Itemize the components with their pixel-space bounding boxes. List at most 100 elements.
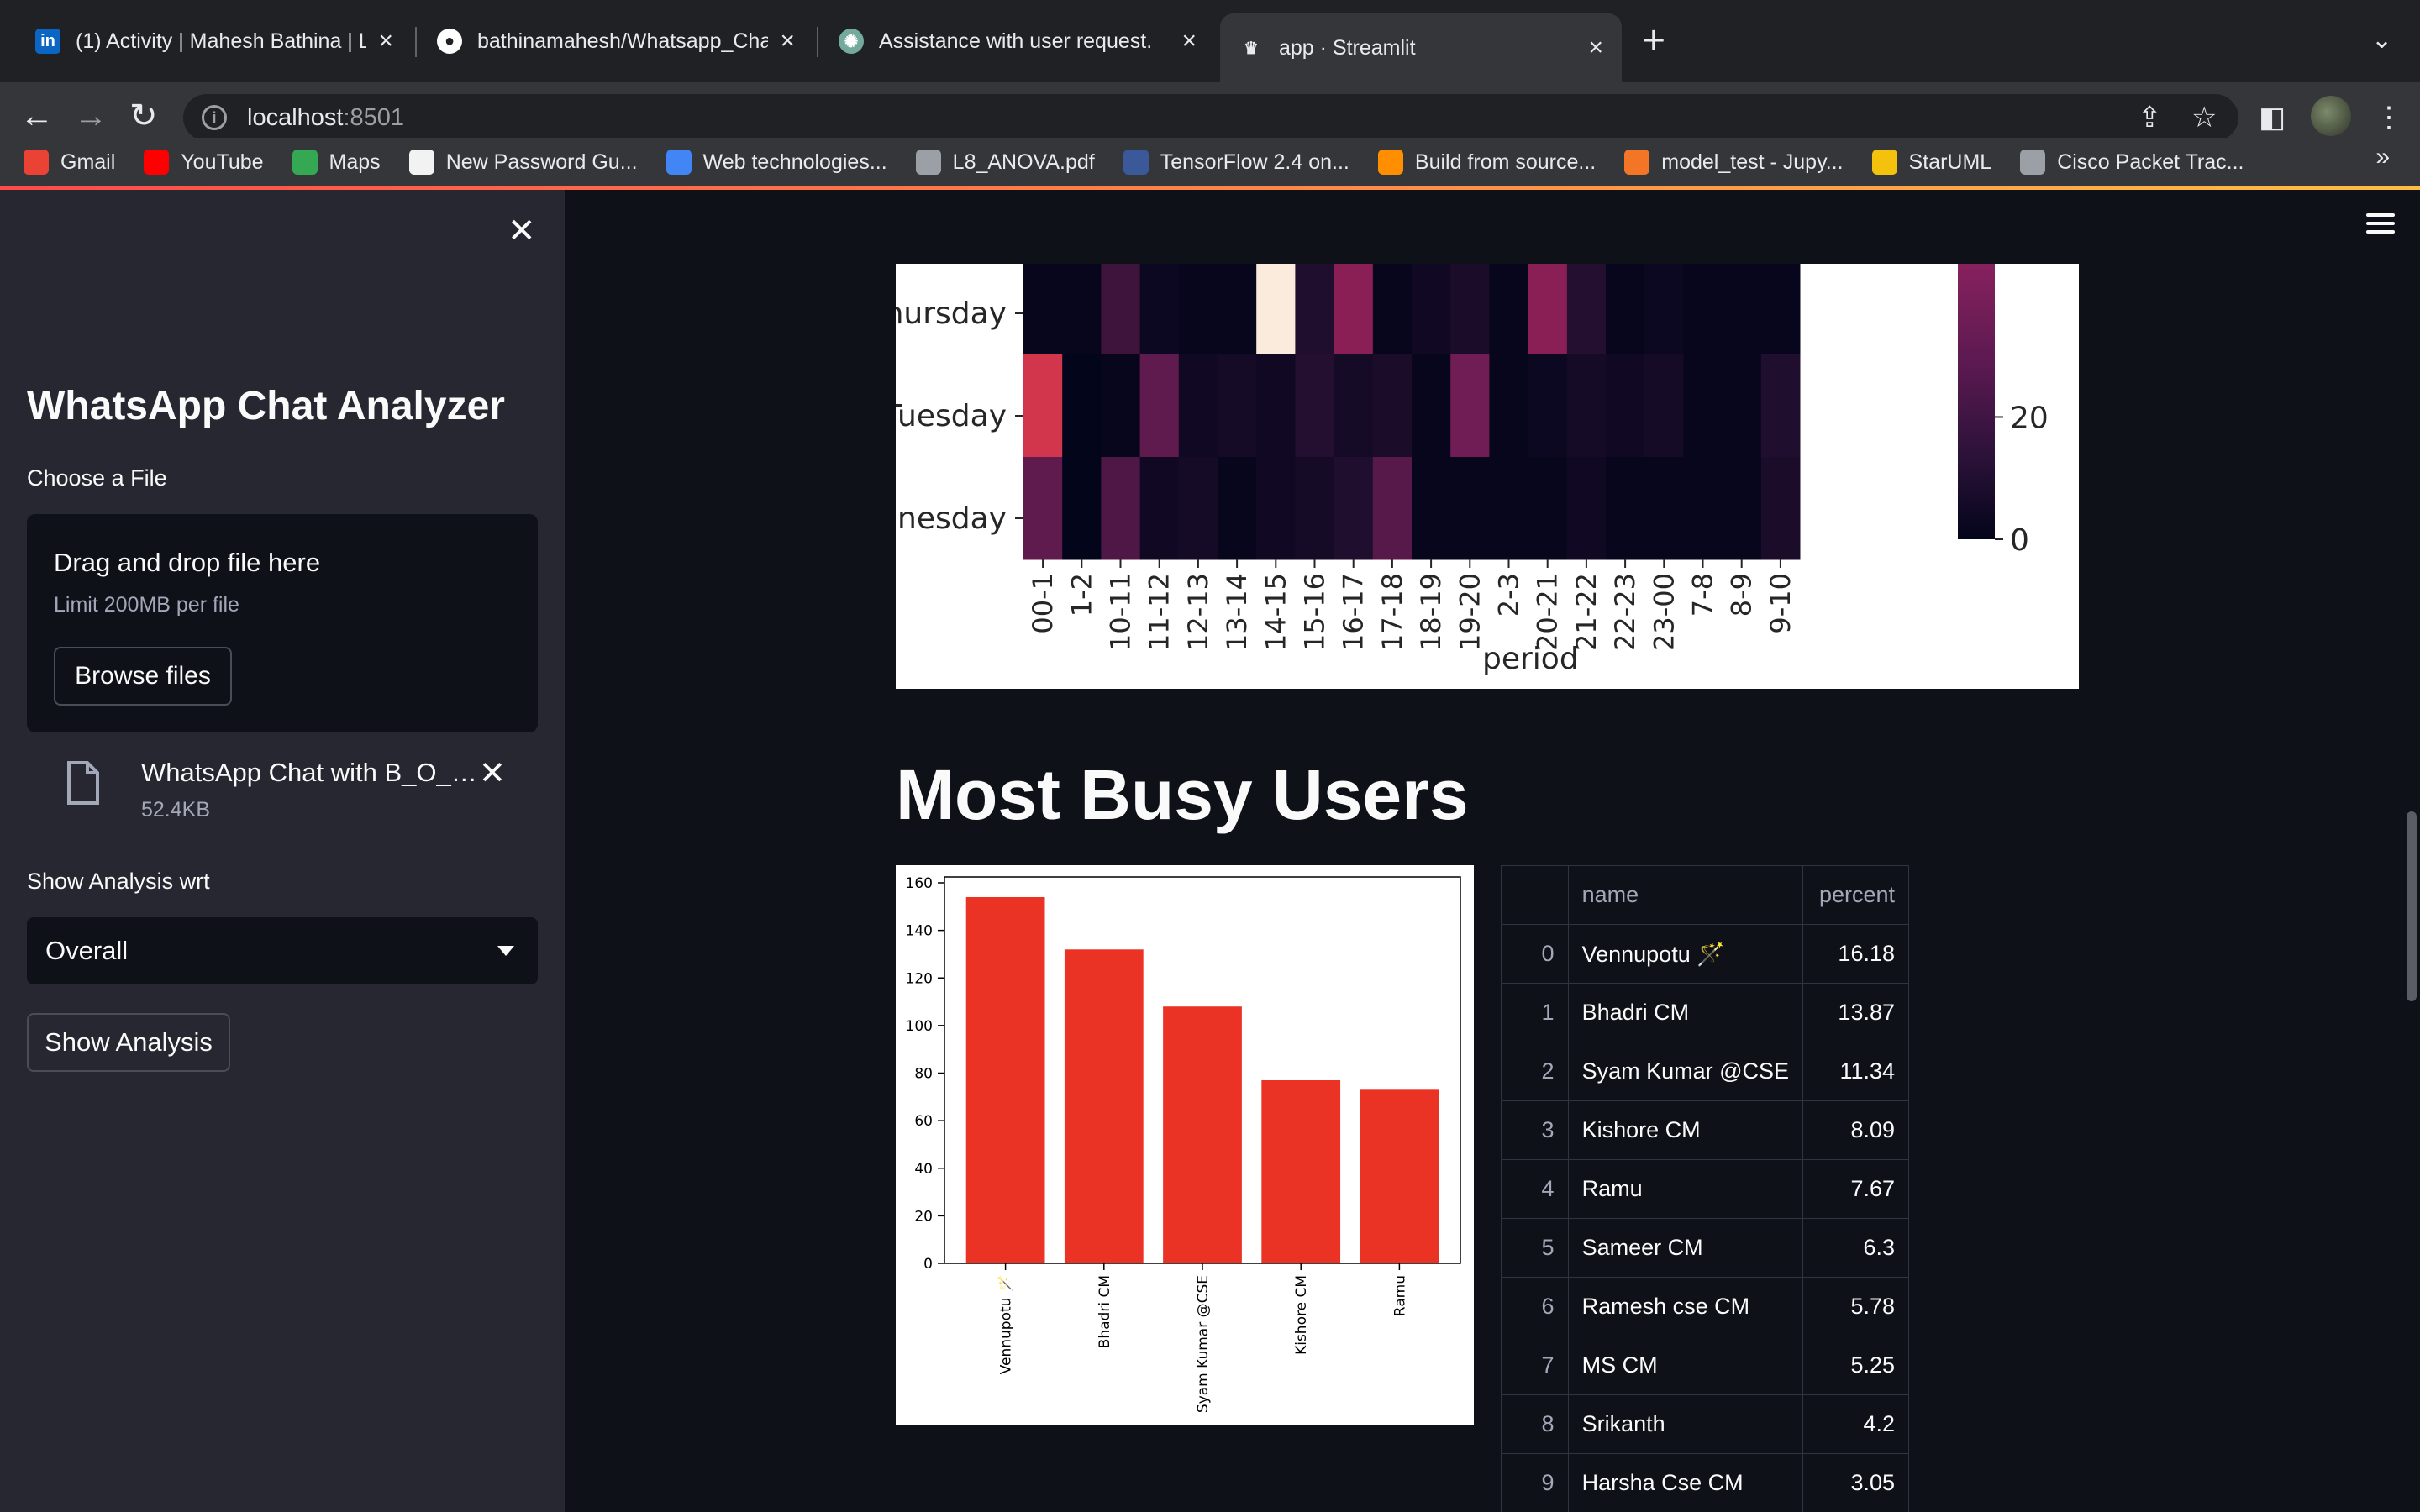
heatmap-cell <box>1062 354 1102 458</box>
address-bar[interactable]: i localhost:8501 <box>183 94 2238 141</box>
bookmark-item[interactable]: Web technologies... <box>666 150 887 175</box>
bookmark-item[interactable]: YouTube <box>144 150 264 175</box>
heatmap-cell <box>1023 354 1063 458</box>
chevron-down-icon <box>497 946 514 956</box>
heatmap-cell <box>1218 354 1257 458</box>
bar <box>1261 1079 1341 1263</box>
heatmap-period-label: 21-22 <box>1570 573 1602 651</box>
tab-linkedin[interactable]: in (1) Activity | Mahesh Bathina | L × <box>17 13 412 69</box>
delete-file-icon[interactable]: ✕ <box>479 754 506 792</box>
column-header-name[interactable]: name <box>1567 865 1804 925</box>
reload-icon[interactable]: ↻ <box>129 97 158 134</box>
more-vert-icon[interactable]: ⋮ <box>2375 101 2403 134</box>
forward-icon[interactable]: → <box>74 97 108 134</box>
bookmark-item[interactable]: TensorFlow 2.4 on... <box>1123 150 1349 175</box>
heatmap-cell <box>1256 354 1296 458</box>
bookmark-label: Gmail <box>60 150 116 174</box>
heatmap-cell <box>1101 457 1141 560</box>
url-port: :8501 <box>343 103 405 131</box>
new-tab-icon[interactable]: + <box>1642 20 1665 62</box>
file-uploader-label: Choose a File <box>27 465 167 491</box>
bookmark-item[interactable]: Build from source... <box>1377 150 1596 175</box>
bookmark-item[interactable]: Cisco Packet Trac... <box>2020 150 2244 175</box>
heatmap-cell <box>1722 354 1762 458</box>
x-tick-label: Ramu <box>1392 1275 1408 1316</box>
table-header-row: name percent <box>1501 865 1909 925</box>
busy-users-chart: 0 20 40 60 80 100 120 140 160 Vennupotu 🪄 Bhadri C… <box>896 865 1474 1425</box>
analysis-select[interactable]: Overall <box>27 917 538 984</box>
row-index: 5 <box>1501 1218 1569 1278</box>
bookmark-item[interactable]: New Password Gu... <box>408 150 638 175</box>
heatmap-cell <box>1062 457 1102 560</box>
close-icon[interactable]: × <box>1181 27 1197 55</box>
heatmap-period-label: 19-20 <box>1454 573 1486 651</box>
bookmark-item[interactable]: model_test - Jupy... <box>1624 150 1844 175</box>
github-icon: ● <box>437 29 462 54</box>
chevron-right-double-icon[interactable]: » <box>2375 143 2390 171</box>
close-icon[interactable]: ✕ <box>508 212 536 250</box>
file-size: 52.4KB <box>141 798 211 822</box>
sidepanel-icon[interactable]: ◧ <box>2259 101 2286 134</box>
heatmap-cell <box>1489 457 1529 560</box>
close-icon[interactable]: × <box>780 27 795 55</box>
close-icon[interactable]: × <box>1588 34 1603 62</box>
bookmark-item[interactable]: Gmail <box>24 150 115 175</box>
gmail-icon <box>24 150 49 175</box>
back-icon[interactable]: ← <box>20 97 54 134</box>
browse-files-button[interactable]: Browse files <box>54 647 232 706</box>
heatmap-cell <box>1412 354 1451 458</box>
y-tick-label: 140 <box>906 923 933 940</box>
bookmark-label: YouTube <box>181 150 264 174</box>
heatmap-cell <box>1644 457 1684 560</box>
heatmap-period-label: 11-12 <box>1144 573 1176 651</box>
url-host: localhost <box>247 103 344 131</box>
cell-name: Ramu <box>1567 1159 1804 1219</box>
star-icon[interactable]: ☆ <box>2191 101 2217 134</box>
heatmap-cell <box>1295 354 1335 458</box>
heatmap-cell <box>1062 264 1102 355</box>
heatmap-cell <box>1683 354 1723 458</box>
bookmark-item[interactable]: Maps <box>292 150 381 175</box>
heatmap-cell <box>1178 457 1218 560</box>
dropzone-text: Drag and drop file here <box>54 548 321 577</box>
scrollbar[interactable] <box>2407 811 2417 1001</box>
heatmap-cell <box>1528 457 1568 560</box>
heatmap-cell <box>1218 457 1257 560</box>
heatmap-cell <box>1606 264 1645 355</box>
table-row: 0 Vennupotu 🪄 16.18 <box>1501 924 1909 984</box>
heatmap-period-label: 22-23 <box>1609 573 1641 651</box>
bar <box>1360 1089 1439 1263</box>
heatmap-cell <box>1334 264 1374 355</box>
table-row: 3 Kishore CM 8.09 <box>1501 1100 1909 1160</box>
heatmap-period-label: 10-11 <box>1105 573 1137 651</box>
heatmap-period-label: 7-8 <box>1687 573 1719 617</box>
cell-name: MS CM <box>1567 1336 1804 1395</box>
heatmap-cell <box>1606 354 1645 458</box>
row-index: 9 <box>1501 1453 1569 1512</box>
close-icon[interactable]: × <box>378 27 393 55</box>
file-dropzone[interactable]: Drag and drop file here Limit 200MB per … <box>27 514 538 732</box>
menu-icon[interactable] <box>2366 213 2395 239</box>
tab-separator <box>415 27 417 57</box>
heatmap-cell <box>1683 264 1723 355</box>
bookmark-item[interactable]: L8_ANOVA.pdf <box>915 150 1095 175</box>
staruml-icon <box>1871 150 1897 175</box>
heatmap-period-label: 00-1 <box>1027 573 1059 634</box>
tab-github[interactable]: ● bathinamahesh/Whatsapp_Cha × <box>418 13 813 69</box>
row-index: 7 <box>1501 1336 1569 1395</box>
cell-name: Syam Kumar @CSE <box>1567 1042 1804 1101</box>
heatmap-cell <box>1101 354 1141 458</box>
chevron-down-icon[interactable]: ⌄ <box>2371 25 2392 55</box>
tab-streamlit[interactable]: ♛ app · Streamlit × <box>1220 13 1622 82</box>
cell-percent: 11.34 <box>1802 1042 1909 1101</box>
cell-percent: 5.25 <box>1802 1336 1909 1395</box>
avatar[interactable] <box>2311 96 2351 136</box>
share-icon[interactable]: ⇪ <box>2138 101 2162 134</box>
show-analysis-button[interactable]: Show Analysis <box>27 1013 230 1072</box>
column-header-percent[interactable]: percent <box>1802 865 1909 925</box>
tab-chatgpt[interactable]: ✺ Assistance with user request. × <box>820 13 1215 69</box>
bookmark-item[interactable]: StarUML <box>1871 150 1991 175</box>
heatmap-cell <box>1178 354 1218 458</box>
info-icon[interactable]: i <box>202 105 227 130</box>
y-tick-label: 120 <box>906 970 933 987</box>
